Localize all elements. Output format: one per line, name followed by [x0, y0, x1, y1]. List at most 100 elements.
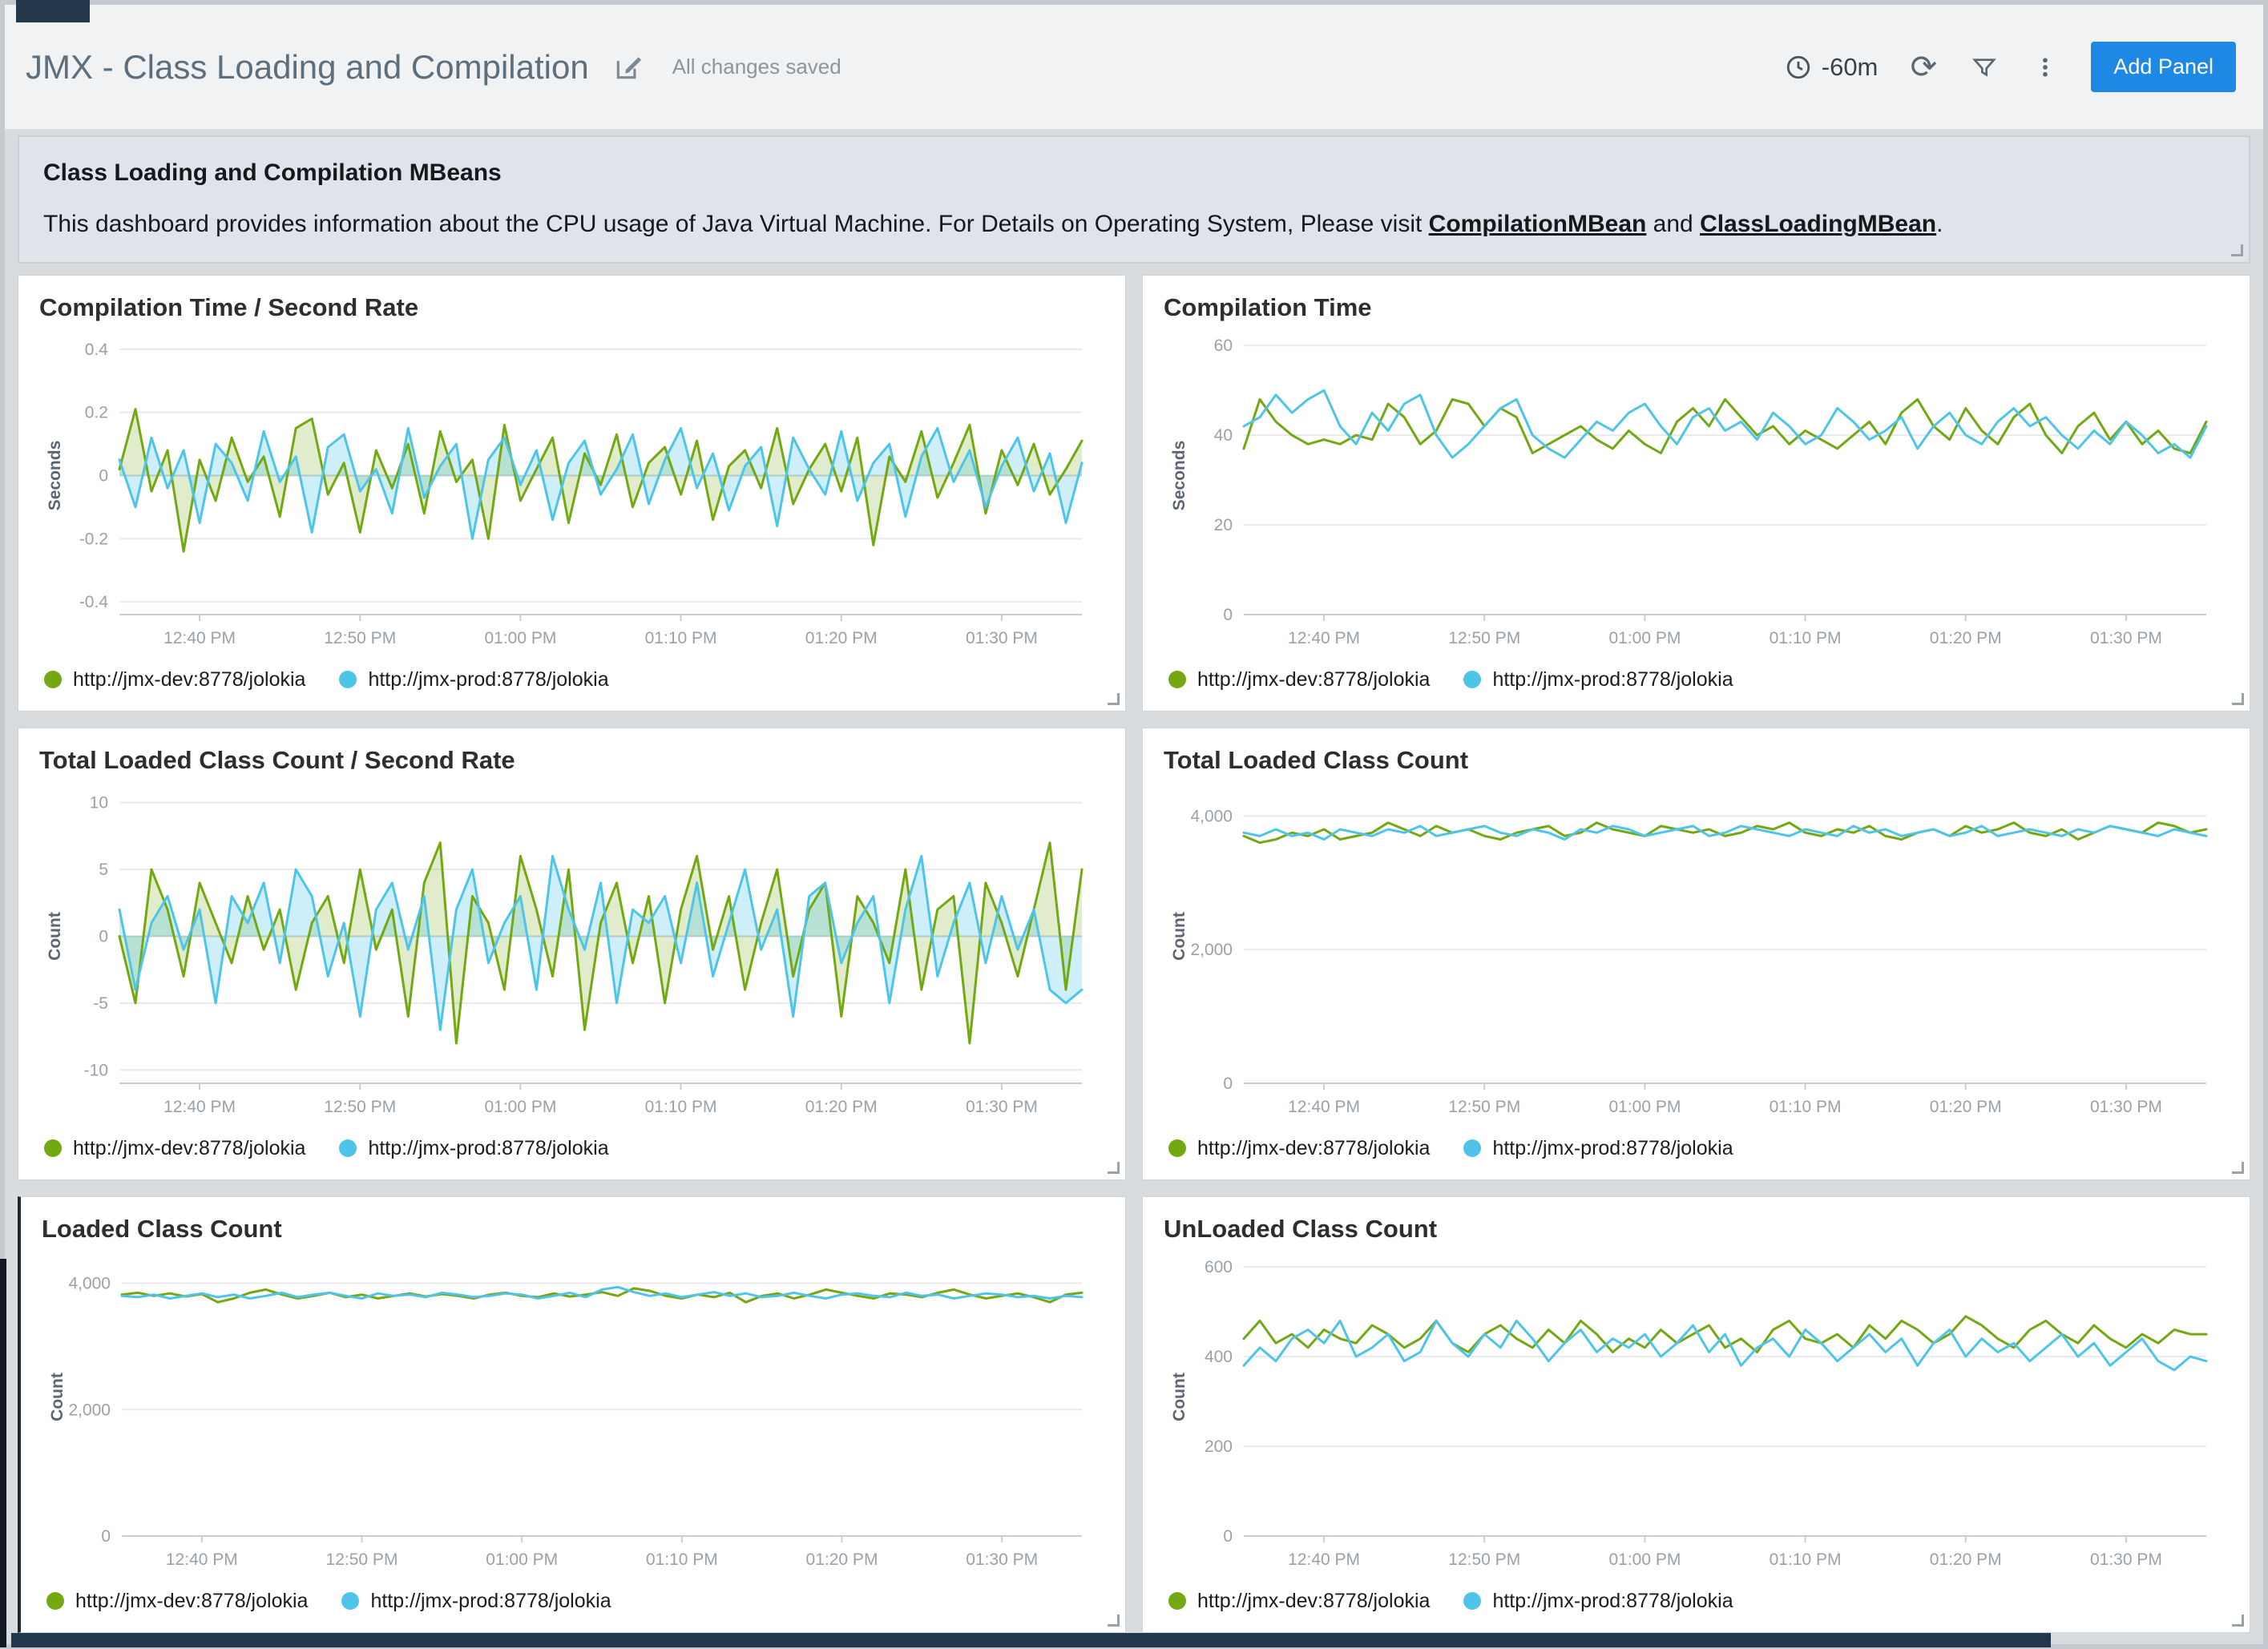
svg-text:2,000: 2,000 — [68, 1401, 111, 1419]
classloading-mbean-link[interactable]: ClassLoadingMBean — [1700, 211, 1936, 237]
svg-text:01:00 PM: 01:00 PM — [1608, 1550, 1681, 1569]
svg-text:01:10 PM: 01:10 PM — [1770, 629, 1842, 647]
legend-item-dev[interactable]: http://jmx-dev:8778/jolokia — [1168, 668, 1430, 691]
kebab-menu-button[interactable] — [2030, 52, 2060, 83]
svg-text:4,000: 4,000 — [1190, 807, 1233, 825]
resize-handle[interactable] — [2232, 1615, 2244, 1627]
legend-dot-dev — [1168, 671, 1186, 688]
panels-grid: Compilation Time / Second Rate 12:40 PM1… — [18, 275, 2250, 1633]
legend-item-prod[interactable]: http://jmx-prod:8778/jolokia — [339, 668, 608, 691]
resize-handle[interactable] — [2232, 693, 2244, 705]
info-text: This dashboard provides information abou… — [43, 211, 1429, 237]
dashboard-header: JMX - Class Loading and Compilation All … — [5, 5, 2263, 129]
legend-dot-prod — [339, 671, 357, 688]
info-text: . — [1936, 211, 1943, 237]
compilation-mbean-link[interactable]: CompilationMBean — [1429, 211, 1647, 237]
svg-text:01:00 PM: 01:00 PM — [484, 1098, 556, 1116]
svg-text:60: 60 — [1214, 337, 1233, 355]
svg-text:40: 40 — [1214, 426, 1233, 445]
svg-text:200: 200 — [1205, 1437, 1233, 1456]
resize-handle[interactable] — [1108, 693, 1120, 705]
refresh-button[interactable]: ⟳ — [1908, 52, 1939, 83]
add-panel-button[interactable]: Add Panel — [2091, 42, 2236, 92]
legend-item-dev[interactable]: http://jmx-dev:8778/jolokia — [1168, 1137, 1430, 1160]
dashboard-page: { "header": { "title": "JMX - Class Load… — [0, 0, 2268, 1649]
legend-dot-prod — [1463, 1592, 1481, 1610]
legend-label: http://jmx-dev:8778/jolokia — [1197, 1590, 1430, 1613]
legend-dot-dev — [46, 1592, 64, 1610]
panel-title: UnLoaded Class Count — [1164, 1215, 2229, 1244]
chart-canvas[interactable]: 12:40 PM12:50 PM01:00 PM01:10 PM01:20 PM… — [1164, 325, 2229, 655]
panel-total-loaded-class-count-rate: Total Loaded Class Count / Second Rate 1… — [18, 728, 1126, 1180]
svg-text:2,000: 2,000 — [1190, 941, 1233, 959]
legend-item-dev[interactable]: http://jmx-dev:8778/jolokia — [46, 1590, 308, 1613]
legend-item-prod[interactable]: http://jmx-prod:8778/jolokia — [1463, 1137, 1733, 1160]
legend-item-dev[interactable]: http://jmx-dev:8778/jolokia — [44, 668, 305, 691]
svg-text:600: 600 — [1205, 1258, 1233, 1276]
filter-button[interactable] — [1969, 52, 2000, 83]
svg-text:12:50 PM: 12:50 PM — [1448, 1550, 1520, 1569]
legend-item-dev[interactable]: http://jmx-dev:8778/jolokia — [44, 1137, 305, 1160]
legend-label: http://jmx-dev:8778/jolokia — [73, 1137, 305, 1160]
svg-text:01:20 PM: 01:20 PM — [805, 629, 878, 647]
legend-label: http://jmx-dev:8778/jolokia — [1197, 1137, 1430, 1160]
edit-dashboard-icon[interactable] — [613, 52, 644, 83]
svg-text:0: 0 — [1223, 1527, 1233, 1546]
legend-dot-dev — [1168, 1139, 1186, 1157]
legend-item-dev[interactable]: http://jmx-dev:8778/jolokia — [1168, 1590, 1430, 1613]
resize-handle[interactable] — [1108, 1162, 1120, 1174]
chart-canvas[interactable]: 12:40 PM12:50 PM01:00 PM01:10 PM01:20 PM… — [42, 1247, 1104, 1576]
svg-text:01:00 PM: 01:00 PM — [1608, 1098, 1681, 1116]
refresh-icon: ⟳ — [1911, 51, 1938, 83]
chart-canvas[interactable]: 12:40 PM12:50 PM01:00 PM01:10 PM01:20 PM… — [1164, 778, 2229, 1123]
chart-legend: http://jmx-dev:8778/jolokia http://jmx-p… — [1164, 1123, 2229, 1173]
svg-text:0: 0 — [99, 467, 108, 486]
legend-label: http://jmx-prod:8778/jolokia — [1492, 1590, 1733, 1613]
panel-title: Compilation Time / Second Rate — [39, 293, 1104, 322]
svg-text:400: 400 — [1205, 1348, 1233, 1366]
svg-text:12:50 PM: 12:50 PM — [324, 629, 396, 647]
svg-text:0: 0 — [1223, 606, 1233, 624]
time-range-picker[interactable]: -60m — [1785, 53, 1879, 82]
chart-legend: http://jmx-dev:8778/jolokia http://jmx-p… — [39, 1123, 1104, 1173]
legend-item-prod[interactable]: http://jmx-prod:8778/jolokia — [341, 1590, 611, 1613]
svg-text:Count: Count — [46, 912, 64, 961]
legend-dot-prod — [341, 1592, 359, 1610]
legend-dot-prod — [1463, 671, 1481, 688]
legend-item-prod[interactable]: http://jmx-prod:8778/jolokia — [339, 1137, 608, 1160]
panel-title: Compilation Time — [1164, 293, 2229, 322]
legend-item-prod[interactable]: http://jmx-prod:8778/jolokia — [1463, 668, 1733, 691]
svg-text:-0.4: -0.4 — [79, 593, 109, 611]
window-edge-artifact-left — [0, 1259, 6, 1647]
window-edge-artifact-bottom — [11, 1633, 2051, 1647]
svg-text:01:00 PM: 01:00 PM — [484, 629, 556, 647]
legend-label: http://jmx-dev:8778/jolokia — [1197, 668, 1430, 691]
legend-label: http://jmx-dev:8778/jolokia — [73, 668, 305, 691]
chart-canvas[interactable]: 12:40 PM12:50 PM01:00 PM01:10 PM01:20 PM… — [39, 325, 1104, 655]
header-toolbar: -60m ⟳ Add Panel — [1785, 42, 2236, 92]
resize-handle[interactable] — [1108, 1615, 1120, 1627]
resize-handle[interactable] — [2232, 1162, 2244, 1174]
svg-text:01:20 PM: 01:20 PM — [1930, 1550, 2002, 1569]
svg-text:01:00 PM: 01:00 PM — [1608, 629, 1681, 647]
panel-compilation-time: Compilation Time 12:40 PM12:50 PM01:00 P… — [1142, 275, 2250, 712]
svg-text:0: 0 — [101, 1527, 111, 1546]
filter-icon — [1971, 54, 1997, 80]
chart-canvas[interactable]: 12:40 PM12:50 PM01:00 PM01:10 PM01:20 PM… — [39, 778, 1104, 1123]
svg-text:01:30 PM: 01:30 PM — [2090, 1550, 2162, 1569]
svg-text:01:20 PM: 01:20 PM — [1930, 1098, 2002, 1116]
legend-dot-dev — [44, 671, 62, 688]
legend-item-prod[interactable]: http://jmx-prod:8778/jolokia — [1463, 1590, 1733, 1613]
svg-text:01:10 PM: 01:10 PM — [646, 1550, 718, 1569]
resize-handle[interactable] — [2231, 244, 2243, 256]
panel-title: Total Loaded Class Count / Second Rate — [39, 746, 1104, 775]
svg-text:12:40 PM: 12:40 PM — [166, 1550, 238, 1569]
svg-text:01:30 PM: 01:30 PM — [966, 629, 1038, 647]
clock-icon — [1785, 54, 1812, 81]
chart-legend: http://jmx-dev:8778/jolokia http://jmx-p… — [1164, 1576, 2229, 1626]
window-edge-artifact-top — [16, 0, 90, 22]
svg-text:12:50 PM: 12:50 PM — [1448, 629, 1520, 647]
chart-canvas[interactable]: 12:40 PM12:50 PM01:00 PM01:10 PM01:20 PM… — [1164, 1247, 2229, 1576]
svg-text:01:20 PM: 01:20 PM — [806, 1550, 878, 1569]
panel-loaded-class-count: Loaded Class Count 12:40 PM12:50 PM01:00… — [18, 1196, 1126, 1633]
